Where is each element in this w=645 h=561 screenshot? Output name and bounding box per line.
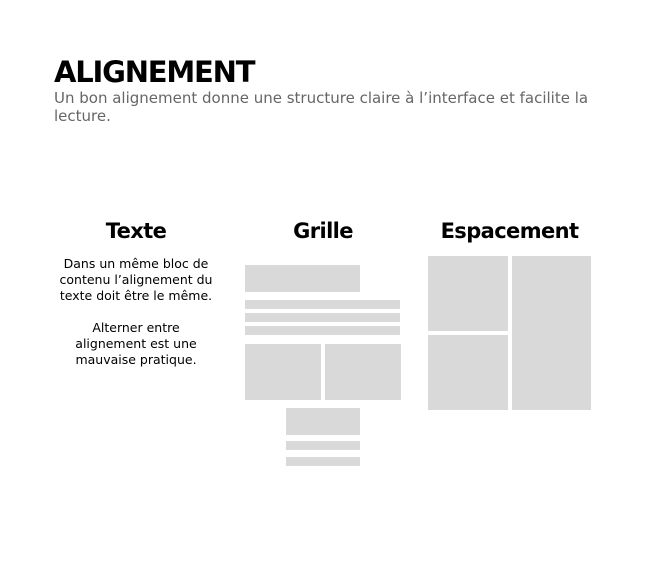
texte-paragraph-2: Alterner entre alignement est une mauvai… bbox=[75, 320, 197, 367]
grille-footer-line bbox=[286, 457, 360, 466]
grille-footer-block bbox=[286, 408, 360, 435]
page-subtitle: Un bon alignement donne une structure cl… bbox=[54, 89, 589, 125]
espacement-block-bottom-left bbox=[428, 335, 508, 410]
grille-card-left bbox=[245, 344, 321, 400]
grille-text-line bbox=[245, 326, 400, 335]
grille-text-line bbox=[245, 313, 400, 322]
espacement-column-title: Espacement bbox=[440, 219, 579, 243]
texte-paragraph-1: Dans un même bloc de contenu l’alignemen… bbox=[59, 256, 213, 303]
espacement-block-top-left bbox=[428, 256, 508, 331]
grille-column-title: Grille bbox=[293, 219, 353, 243]
grille-text-line bbox=[245, 300, 400, 309]
texte-column-title: Texte bbox=[105, 219, 167, 243]
page-title: ALIGNEMENT bbox=[54, 55, 256, 89]
grille-header-block bbox=[245, 265, 360, 292]
grille-footer-line bbox=[286, 441, 360, 450]
texte-example-text: Dans un même bloc de contenu l’alignemen… bbox=[56, 256, 216, 368]
espacement-block-right bbox=[512, 256, 591, 410]
grille-card-right bbox=[325, 344, 401, 400]
